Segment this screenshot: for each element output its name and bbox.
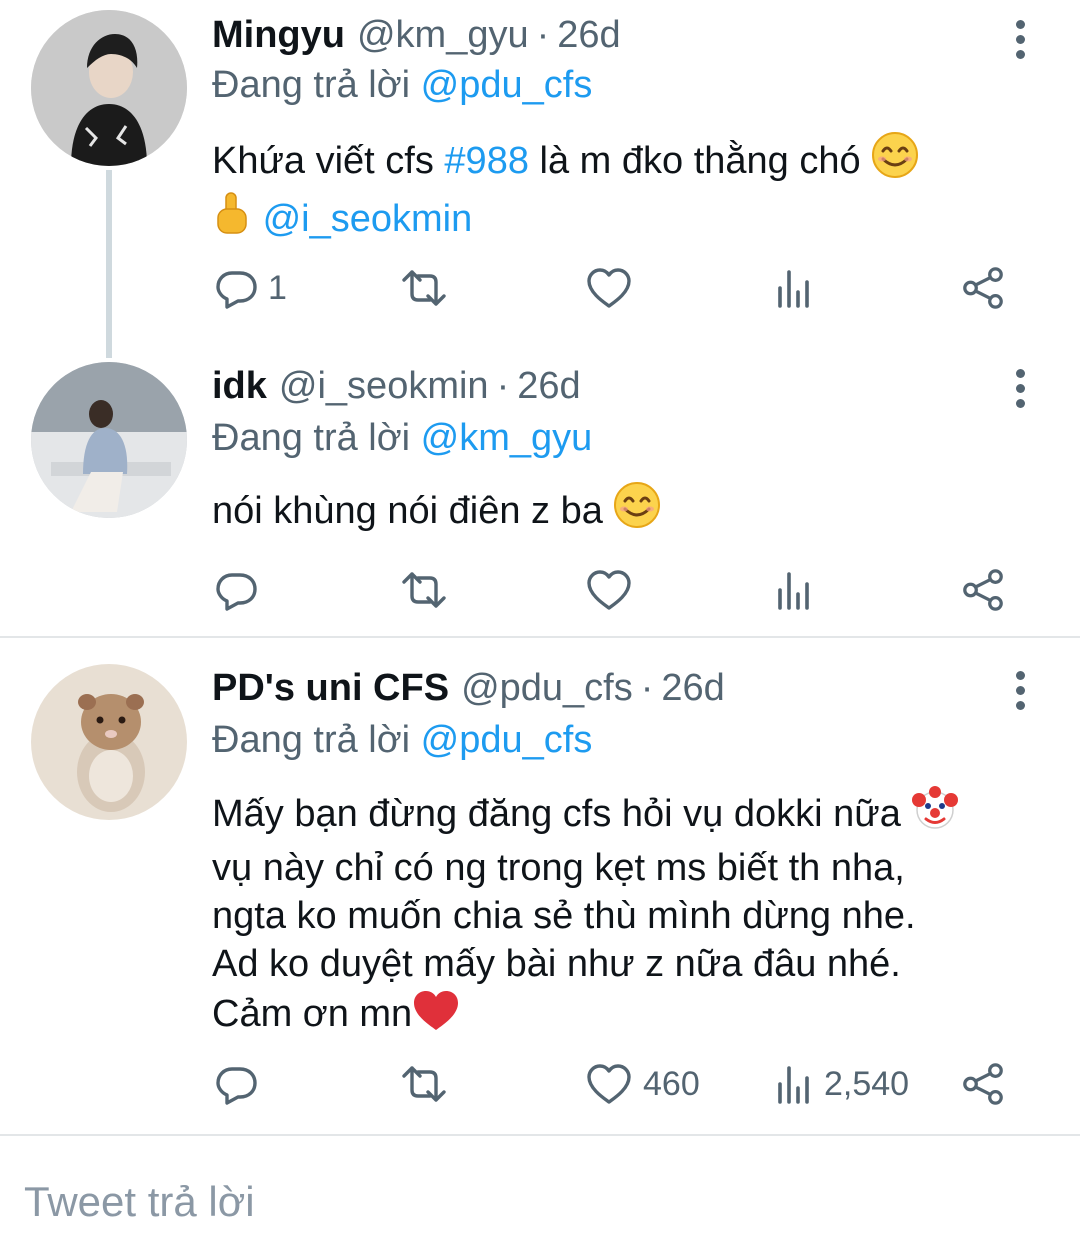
timestamp[interactable]: 26d (517, 365, 580, 408)
views-icon (774, 1062, 814, 1106)
more-icon[interactable] (1008, 14, 1032, 64)
reply-count: 1 (268, 268, 287, 307)
tweet-text-line: Mấy bạn đừng đăng cfs hỏi vụ dokki nữa (212, 793, 901, 835)
tweet-text-line: Ad ko duyệt mấy bài như z nữa đâu nhé. (212, 943, 901, 985)
tweet-text-line: Cảm ơn mn (212, 993, 413, 1035)
like-icon (585, 266, 633, 310)
retweet-icon (396, 568, 452, 612)
replying-to: Đang trả lời @pdu_cfs (212, 64, 592, 107)
avatar[interactable] (31, 10, 187, 166)
like-button[interactable] (585, 258, 633, 318)
share-button[interactable] (960, 1054, 1006, 1114)
author-name[interactable]: PD's uni CFS (212, 667, 449, 710)
tweet-text: Mấy bạn đừng đăng cfs hỏi vụ dokki nữa v… (212, 784, 1042, 1044)
tweet-text-part: nói khùng nói điên z ba (212, 490, 614, 532)
tweet-mingyu[interactable]: Mingyu @km_gyu · 26d Đang trả lời @pdu_c… (0, 0, 1080, 358)
reply-button[interactable]: 1 (214, 258, 287, 318)
views-button[interactable] (774, 258, 814, 318)
share-button[interactable] (960, 560, 1006, 620)
replying-to-label: Đang trả lời (212, 719, 411, 761)
tweet-header: Mingyu @km_gyu · 26d (212, 14, 621, 64)
replying-to-label: Đang trả lời (212, 64, 411, 106)
views-icon (774, 266, 814, 310)
tweet-text: Khứa viết cfs #988 là m đko thằng chó @i… (212, 131, 1042, 249)
tweet-text-part: Khứa viết cfs (212, 140, 445, 182)
like-icon (585, 568, 633, 612)
like-count: 460 (643, 1064, 700, 1103)
reply-icon (214, 266, 258, 310)
retweet-button[interactable] (396, 258, 452, 318)
like-button[interactable] (585, 560, 633, 620)
more-icon[interactable] (1008, 665, 1032, 715)
pointing-finger-emoji (212, 191, 252, 249)
views-button[interactable]: 2,540 (774, 1054, 909, 1114)
reply-icon (214, 1062, 258, 1106)
smile-emoji (613, 481, 661, 541)
reply-composer (0, 1137, 1080, 1248)
hashtag-link[interactable]: #988 (444, 140, 529, 182)
author-handle[interactable]: @pdu_cfs (461, 667, 633, 710)
share-icon (960, 265, 1006, 311)
views-button[interactable] (774, 560, 814, 620)
retweet-button[interactable] (396, 1054, 452, 1114)
smile-emoji (871, 131, 919, 191)
author-handle[interactable]: @km_gyu (357, 14, 529, 57)
replying-to-handle[interactable]: @pdu_cfs (421, 719, 593, 761)
replying-to: Đang trả lời @pdu_cfs (212, 719, 592, 762)
reply-input[interactable] (24, 1172, 1054, 1232)
reply-button[interactable] (214, 560, 268, 620)
divider (0, 1134, 1080, 1136)
action-bar: 1 (0, 258, 1080, 318)
author-name[interactable]: Mingyu (212, 14, 345, 57)
tweet-header: PD's uni CFS @pdu_cfs · 26d (212, 667, 725, 717)
timestamp[interactable]: 26d (557, 14, 620, 57)
tweet-idk[interactable]: idk @i_seokmin · 26d Đang trả lời @km_gy… (0, 340, 1080, 636)
replying-to: Đang trả lời @km_gyu (212, 417, 592, 460)
view-count: 2,540 (824, 1064, 910, 1103)
like-icon (585, 1062, 633, 1106)
clown-emoji (911, 784, 959, 844)
share-button[interactable] (960, 258, 1006, 318)
reply-icon (214, 568, 258, 612)
replying-to-handle[interactable]: @km_gyu (421, 417, 593, 459)
tweet-header: idk @i_seokmin · 26d (212, 365, 581, 415)
retweet-icon (396, 266, 452, 310)
separator: · (640, 667, 654, 709)
avatar[interactable] (31, 664, 187, 820)
tweet-text-line: ngta ko muốn chia sẻ thù mình dừng nhe. (212, 895, 916, 937)
replying-to-handle[interactable]: @pdu_cfs (421, 64, 593, 106)
share-icon (960, 1061, 1006, 1107)
separator: · (536, 14, 550, 56)
share-icon (960, 567, 1006, 613)
tweet-text-part: là m đko thằng chó (528, 140, 872, 182)
mention-link[interactable]: @i_seokmin (263, 198, 473, 240)
reply-button[interactable] (214, 1054, 268, 1114)
author-handle[interactable]: @i_seokmin (279, 365, 489, 408)
heart-emoji (412, 988, 460, 1044)
replying-to-label: Đang trả lời (212, 417, 411, 459)
more-icon[interactable] (1008, 363, 1032, 413)
action-bar: 460 2,540 (0, 1054, 1080, 1114)
tweet-text-line: vụ này chỉ có ng trong kẹt ms biết th nh… (212, 847, 905, 889)
separator: · (496, 365, 510, 407)
timestamp[interactable]: 26d (661, 667, 724, 710)
action-bar (0, 560, 1080, 620)
avatar[interactable] (31, 362, 187, 518)
tweet-text: nói khùng nói điên z ba (212, 481, 1042, 541)
retweet-icon (396, 1062, 452, 1106)
views-icon (774, 568, 814, 612)
author-name[interactable]: idk (212, 365, 267, 408)
retweet-button[interactable] (396, 560, 452, 620)
like-button[interactable]: 460 (585, 1054, 700, 1114)
tweet-pdu-cfs[interactable]: PD's uni CFS @pdu_cfs · 26d Đang trả lời… (0, 638, 1080, 1134)
